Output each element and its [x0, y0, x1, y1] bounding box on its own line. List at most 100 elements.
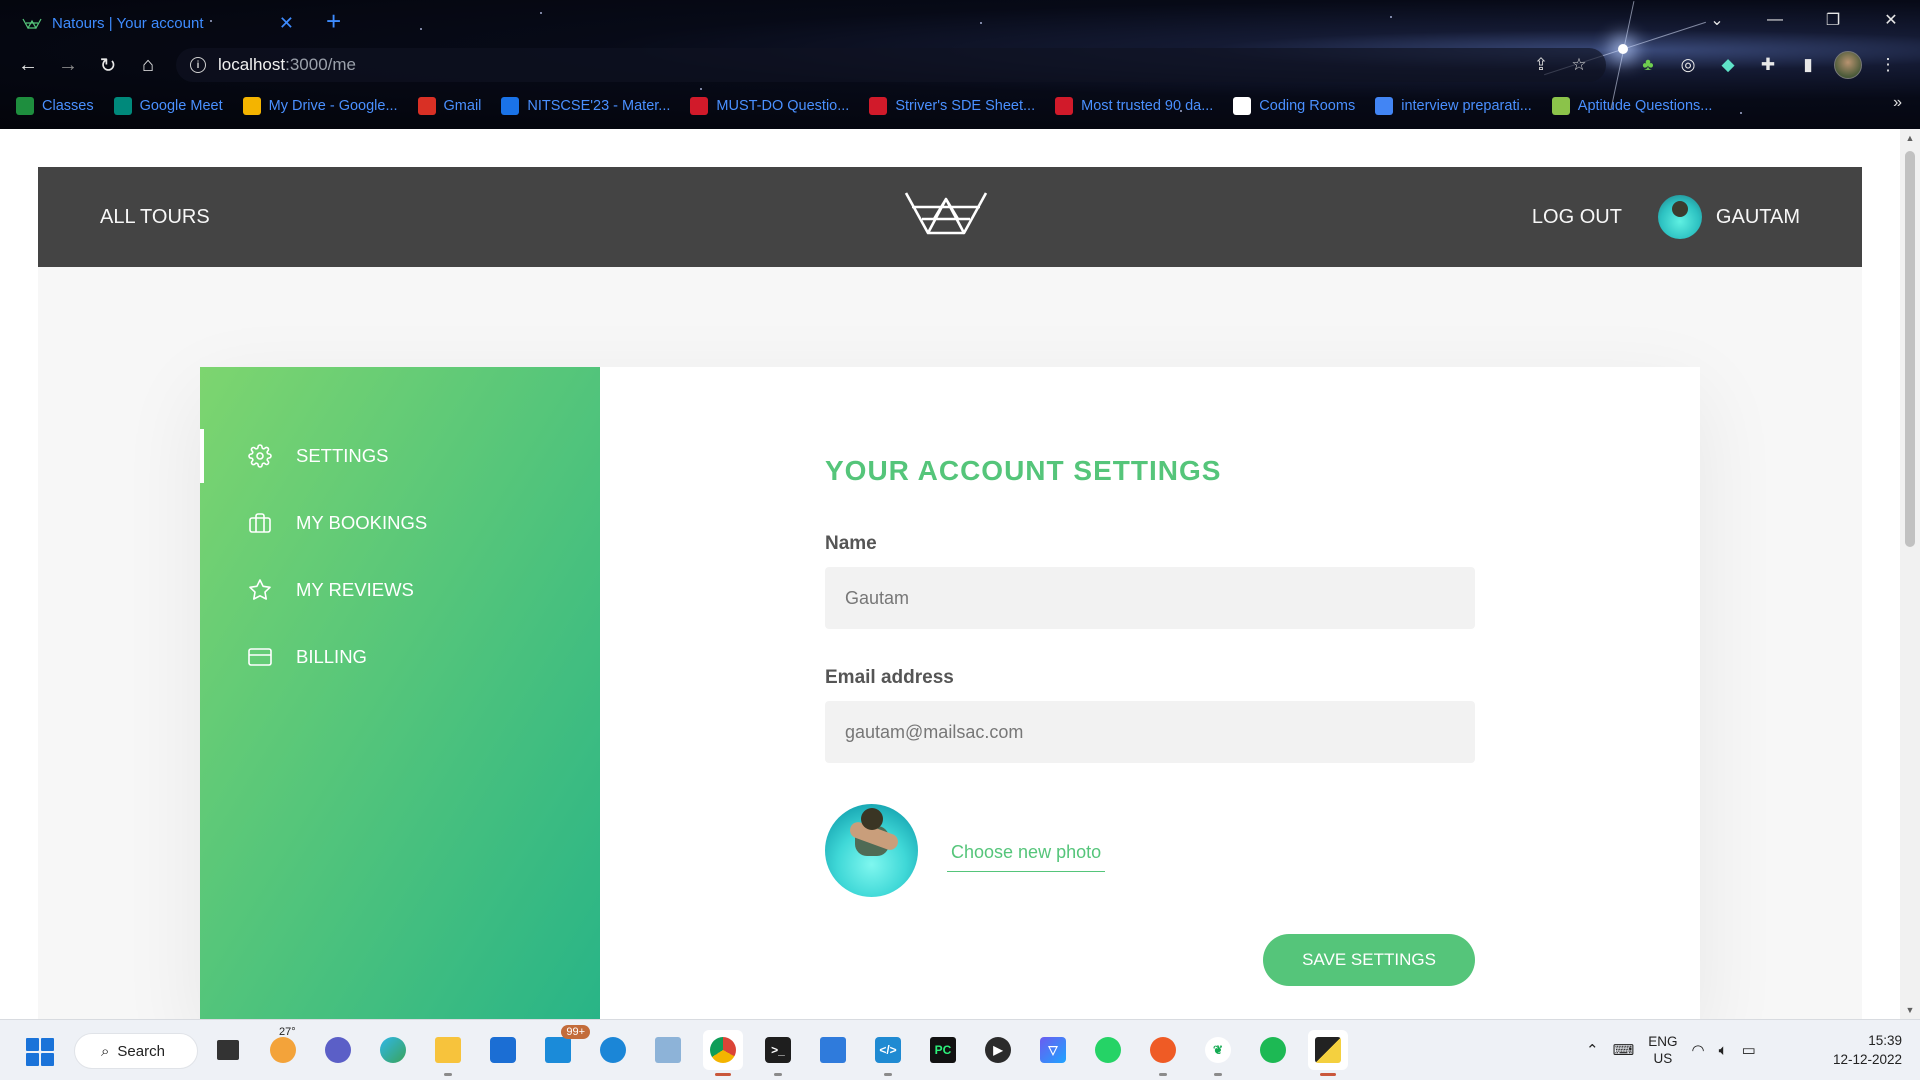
bookmark-item[interactable]: Striver's SDE Sheet...: [869, 97, 1035, 115]
task-view-icon[interactable]: [208, 1030, 248, 1070]
bookmark-star-icon[interactable]: ☆: [1566, 55, 1592, 75]
alien-extension-icon[interactable]: ◆: [1714, 51, 1742, 79]
vscode-icon[interactable]: </>: [868, 1030, 908, 1076]
side-panel-icon[interactable]: ▮: [1794, 51, 1822, 79]
address-bar[interactable]: i localhost:3000/me ⇪ ☆: [176, 48, 1606, 82]
new-tab-button[interactable]: +: [326, 6, 341, 37]
vpn-app-icon[interactable]: ▽: [1033, 1030, 1073, 1070]
classroom-icon: [16, 97, 34, 115]
more-bookmarks-icon[interactable]: »: [1893, 94, 1902, 112]
bookmark-item[interactable]: Coding Rooms: [1233, 97, 1355, 115]
microsoft-store-icon[interactable]: [483, 1030, 523, 1070]
page-scrollbar[interactable]: ▲ ▼: [1900, 129, 1920, 1019]
tree-extension-icon[interactable]: ♣: [1634, 51, 1662, 79]
leaf-icon: [1551, 97, 1570, 115]
bookmark-item[interactable]: Google Meet: [113, 97, 223, 115]
chrome-menu-icon[interactable]: ⋮: [1874, 51, 1902, 79]
minimize-button[interactable]: —: [1746, 0, 1804, 40]
back-button[interactable]: ←: [8, 49, 48, 81]
language-code: ENG: [1648, 1034, 1678, 1049]
bookmark-item[interactable]: My Drive - Google...: [242, 97, 398, 115]
whatsapp-icon[interactable]: [1088, 1030, 1128, 1070]
scroll-up-arrow-icon[interactable]: ▲: [1904, 133, 1916, 143]
puzzle-extensions-icon[interactable]: ✚: [1754, 51, 1782, 79]
background-star: [420, 28, 422, 30]
taskbar-search[interactable]: ⌕ Search: [74, 1033, 198, 1069]
scroll-thumb[interactable]: [1905, 151, 1915, 547]
taskbar-clock[interactable]: 15:39 12-12-2022: [1820, 1031, 1902, 1069]
tab-close-icon[interactable]: ✕: [279, 13, 294, 34]
share-icon[interactable]: ⇪: [1528, 55, 1554, 75]
classroom-icon: [501, 97, 520, 115]
terminal-icon[interactable]: >_: [758, 1030, 798, 1076]
background-star: [1740, 112, 1742, 114]
site-info-icon[interactable]: i: [190, 57, 206, 73]
url-text[interactable]: localhost:3000/me: [218, 55, 1516, 75]
bookmark-item[interactable]: MUST-DO Questio...: [690, 97, 849, 115]
target-extension-icon[interactable]: ◎: [1674, 51, 1702, 79]
battery-icon[interactable]: ▭: [1742, 1041, 1756, 1059]
file-explorer-icon[interactable]: [428, 1030, 468, 1076]
home-button[interactable]: ⌂: [128, 49, 168, 81]
mail-icon[interactable]: 99+: [538, 1025, 590, 1070]
language-indicator[interactable]: ENG US: [1648, 1033, 1677, 1067]
side-menu-item-settings[interactable]: Settings: [200, 429, 600, 483]
start-button[interactable]: [26, 1038, 54, 1066]
teams-chat-icon[interactable]: [318, 1030, 358, 1070]
media-player-icon[interactable]: ▶: [978, 1030, 1018, 1070]
save-settings-button[interactable]: Save settings: [1263, 934, 1475, 986]
header-user-area: Log out GAUTAM: [1532, 195, 1800, 239]
bookmark-label: Most trusted 90 da...: [1081, 98, 1214, 114]
reload-button[interactable]: ↻: [88, 49, 128, 81]
chrome-browser-icon[interactable]: [703, 1030, 743, 1076]
all-tours-link[interactable]: All tours: [100, 206, 210, 229]
photos-app-icon[interactable]: [648, 1030, 688, 1070]
forward-button[interactable]: →: [48, 49, 88, 81]
browser-tab[interactable]: Natours | Your account ✕: [8, 4, 308, 42]
scroll-down-arrow-icon[interactable]: ▼: [1904, 1005, 1916, 1015]
bookmark-label: Google Meet: [139, 98, 223, 114]
pycharm-icon[interactable]: PC: [923, 1030, 963, 1070]
tab-search-icon[interactable]: ⌄: [1688, 0, 1746, 40]
restore-button[interactable]: ❐: [1804, 0, 1862, 40]
user-view-card: Settings My bookings My reviews: [200, 367, 1700, 1019]
logout-link[interactable]: Log out: [1532, 206, 1622, 229]
close-window-button[interactable]: ✕: [1862, 0, 1920, 40]
browser-chrome: Natours | Your account ✕ + ⌄ — ❐ ✕ ← → ↻…: [0, 0, 1920, 129]
show-hidden-icons-chevron-icon[interactable]: ⌃: [1586, 1041, 1599, 1059]
bookmark-item[interactable]: Aptitude Questions...: [1551, 97, 1712, 115]
email-input[interactable]: gautam@mailsac.com: [825, 701, 1475, 763]
coding-rooms-icon: [1233, 97, 1252, 115]
profile-avatar[interactable]: [1834, 51, 1862, 79]
weather-widget-icon[interactable]: 27°: [263, 1026, 303, 1070]
bookmark-item[interactable]: Gmail: [417, 97, 481, 115]
keyboard-icon[interactable]: ⌨: [1613, 1041, 1635, 1059]
wifi-icon[interactable]: ◠: [1692, 1041, 1705, 1059]
user-name[interactable]: GAUTAM: [1716, 206, 1800, 229]
user-avatar[interactable]: [1657, 195, 1702, 239]
side-menu-label-settings: Settings: [296, 445, 389, 466]
bookmark-item[interactable]: Classes: [16, 97, 94, 115]
window-controls: ⌄ — ❐ ✕: [1688, 0, 1920, 40]
running-indicator: [1159, 1073, 1167, 1076]
bookmark-item[interactable]: Most trusted 90 da...: [1055, 97, 1213, 115]
user-nav[interactable]: GAUTAM: [1657, 195, 1800, 239]
side-menu-item-reviews[interactable]: My reviews: [200, 563, 600, 617]
user-photo: [825, 804, 918, 897]
bookmark-item[interactable]: NITSCSE'23 - Mater...: [501, 97, 670, 115]
mongodb-compass-icon[interactable]: ❦: [1198, 1030, 1238, 1076]
clock-time: 15:39: [1868, 1033, 1902, 1048]
postman-icon[interactable]: [1143, 1030, 1183, 1076]
gmail-icon: [417, 97, 436, 115]
spotify-icon[interactable]: [1253, 1030, 1293, 1070]
name-input[interactable]: Gautam: [825, 567, 1475, 629]
sticky-notes-icon[interactable]: [1308, 1030, 1348, 1076]
volume-icon[interactable]: 🔈︎: [1719, 1042, 1728, 1059]
side-menu-item-bookings[interactable]: My bookings: [200, 496, 600, 550]
steam-like-app-icon[interactable]: [593, 1030, 633, 1070]
side-menu-item-billing[interactable]: Billing: [200, 630, 600, 684]
edge-browser-icon[interactable]: [373, 1030, 413, 1070]
notepad-icon[interactable]: [813, 1030, 853, 1070]
choose-photo-link[interactable]: Choose new photo: [947, 839, 1106, 872]
bookmark-item[interactable]: interview preparati...: [1375, 97, 1532, 115]
